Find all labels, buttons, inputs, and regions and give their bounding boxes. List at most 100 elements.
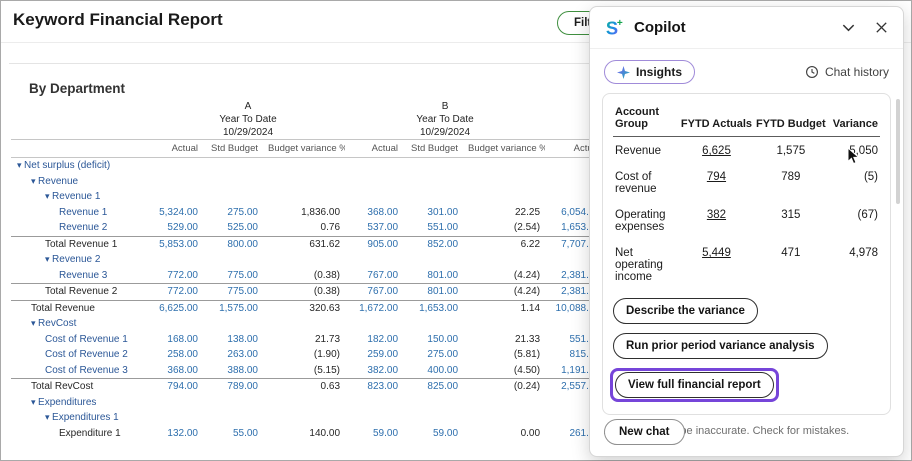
fytd-actuals-link[interactable]: 5,449 [702, 247, 731, 259]
variance-cell: (5) [828, 163, 880, 201]
copilot-action-button[interactable]: View full financial report [615, 372, 774, 398]
collapse-icon[interactable]: ▾ [45, 254, 52, 264]
report-cell-amount[interactable]: 258.00 [151, 347, 203, 363]
report-cell-amount [403, 252, 463, 268]
report-cell-amount[interactable]: 772.00 [151, 284, 203, 301]
copilot-action-button[interactable]: Describe the variance [613, 298, 758, 324]
report-cell-amount[interactable]: 382.00 [345, 363, 403, 379]
chat-history-button[interactable]: Chat history [805, 65, 889, 79]
report-cell-amount[interactable]: 259.00 [345, 347, 403, 363]
insights-tab[interactable]: Insights [604, 60, 695, 84]
report-cell-amount[interactable]: 275.00 [403, 347, 463, 363]
collapse-icon[interactable]: ▾ [31, 176, 38, 186]
report-cell-amount [345, 395, 403, 411]
report-row-label[interactable]: Cost of Revenue 1 [11, 332, 151, 348]
report-cell-amount[interactable]: 368.00 [345, 205, 403, 221]
report-cell-amount[interactable]: 823.00 [345, 379, 403, 395]
collapse-icon[interactable]: ▾ [31, 397, 38, 407]
report-cell-amount[interactable]: 59.00 [403, 426, 463, 442]
report-row-label[interactable]: Revenue 3 [11, 268, 151, 284]
report-cell-amount[interactable]: 1,575.00 [203, 300, 263, 316]
collapse-icon[interactable]: ▾ [45, 412, 52, 422]
report-cell-amount[interactable]: 400.00 [403, 363, 463, 379]
copilot-header: S + Copilot [590, 7, 903, 49]
report-cell-amount[interactable]: 767.00 [345, 268, 403, 284]
report-cell-amount[interactable]: 150.00 [403, 332, 463, 348]
report-cell-amount [345, 158, 403, 174]
report-cell-amount[interactable]: 537.00 [345, 220, 403, 236]
report-cell-amount[interactable]: 529.00 [151, 220, 203, 236]
report-cell-amount[interactable]: 263.00 [203, 347, 263, 363]
report-cell-amount[interactable]: 905.00 [345, 236, 403, 252]
report-row-label[interactable]: ▾ Expenditures [11, 395, 151, 411]
fytd-budget-cell: 471 [754, 239, 828, 289]
report-cell-variance [263, 395, 345, 411]
report-cell-amount[interactable]: 388.00 [203, 363, 263, 379]
account-group-cell: Net operating income [613, 239, 679, 289]
report-cell-amount [403, 410, 463, 426]
report-cell-amount[interactable]: 6,625.00 [151, 300, 203, 316]
report-cell-amount[interactable]: 1,672.00 [345, 300, 403, 316]
report-cell-amount[interactable]: 5,853.00 [151, 236, 203, 252]
report-cell-variance: 320.63 [263, 300, 345, 316]
report-cell-amount[interactable]: 801.00 [403, 268, 463, 284]
report-cell-variance: 0.76 [263, 220, 345, 236]
fytd-actuals-link[interactable]: 6,625 [702, 145, 731, 157]
report-row-label[interactable]: ▾ Revenue [11, 174, 151, 190]
report-row-label[interactable]: ▾ Revenue 1 [11, 189, 151, 205]
report-cell-variance [463, 395, 545, 411]
report-cell-amount[interactable]: 801.00 [403, 284, 463, 301]
report-cell-variance [463, 316, 545, 332]
report-cell-amount[interactable]: 772.00 [151, 268, 203, 284]
report-cell-amount [403, 395, 463, 411]
report-row-label[interactable]: ▾ Net surplus (deficit) [11, 158, 151, 174]
report-row-label[interactable]: ▾ Expenditures 1 [11, 410, 151, 426]
report-cell-amount[interactable]: 852.00 [403, 236, 463, 252]
copilot-table-row: Operating expenses382315(67) [613, 201, 880, 239]
report-cell-amount[interactable]: 59.00 [345, 426, 403, 442]
report-cell-variance: (4.24) [463, 284, 545, 301]
report-row-label[interactable]: ▾ RevCost [11, 316, 151, 332]
report-row-label[interactable]: Revenue 1 [11, 205, 151, 221]
collapse-icon[interactable]: ▾ [31, 318, 38, 328]
copilot-action-button[interactable]: Run prior period variance analysis [613, 333, 828, 359]
report-cell-amount[interactable]: 825.00 [403, 379, 463, 395]
report-row-label[interactable]: Cost of Revenue 2 [11, 347, 151, 363]
report-cell-amount[interactable]: 775.00 [203, 268, 263, 284]
report-cell-amount [151, 316, 203, 332]
report-cell-amount[interactable]: 1,653.00 [403, 300, 463, 316]
report-cell-amount[interactable]: 794.00 [151, 379, 203, 395]
report-row-label[interactable]: ▾ Revenue 2 [11, 252, 151, 268]
fytd-actuals-link[interactable]: 382 [707, 209, 726, 221]
report-cell-amount[interactable]: 168.00 [151, 332, 203, 348]
fytd-budget-cell: 1,575 [754, 137, 828, 164]
minimize-chevron-button[interactable] [841, 20, 856, 35]
report-cell-amount[interactable]: 275.00 [203, 205, 263, 221]
report-cell-amount[interactable]: 132.00 [151, 426, 203, 442]
collapse-icon[interactable]: ▾ [17, 160, 24, 170]
report-cell-amount[interactable]: 775.00 [203, 284, 263, 301]
close-button[interactable] [874, 20, 889, 35]
new-chat-button[interactable]: New chat [604, 419, 685, 445]
variance-cell: 5,050 [828, 137, 880, 164]
scrollbar-thumb[interactable] [896, 99, 900, 204]
report-cell-amount[interactable]: 55.00 [203, 426, 263, 442]
report-cell-amount[interactable]: 138.00 [203, 332, 263, 348]
report-row-label: Total RevCost [11, 379, 151, 395]
copilot-icon: S + [604, 17, 626, 39]
report-cell-amount[interactable]: 301.00 [403, 205, 463, 221]
report-cell-amount [203, 410, 263, 426]
report-cell-amount[interactable]: 767.00 [345, 284, 403, 301]
report-cell-amount[interactable]: 368.00 [151, 363, 203, 379]
report-cell-amount[interactable]: 789.00 [203, 379, 263, 395]
report-cell-amount[interactable]: 5,324.00 [151, 205, 203, 221]
report-row-label[interactable]: Revenue 2 [11, 220, 151, 236]
report-cell-amount[interactable]: 525.00 [203, 220, 263, 236]
chevron-down-icon [841, 20, 856, 35]
report-cell-amount[interactable]: 800.00 [203, 236, 263, 252]
fytd-actuals-link[interactable]: 794 [707, 171, 726, 183]
collapse-icon[interactable]: ▾ [45, 191, 52, 201]
report-cell-amount[interactable]: 182.00 [345, 332, 403, 348]
report-row-label[interactable]: Cost of Revenue 3 [11, 363, 151, 379]
report-cell-amount[interactable]: 551.00 [403, 220, 463, 236]
